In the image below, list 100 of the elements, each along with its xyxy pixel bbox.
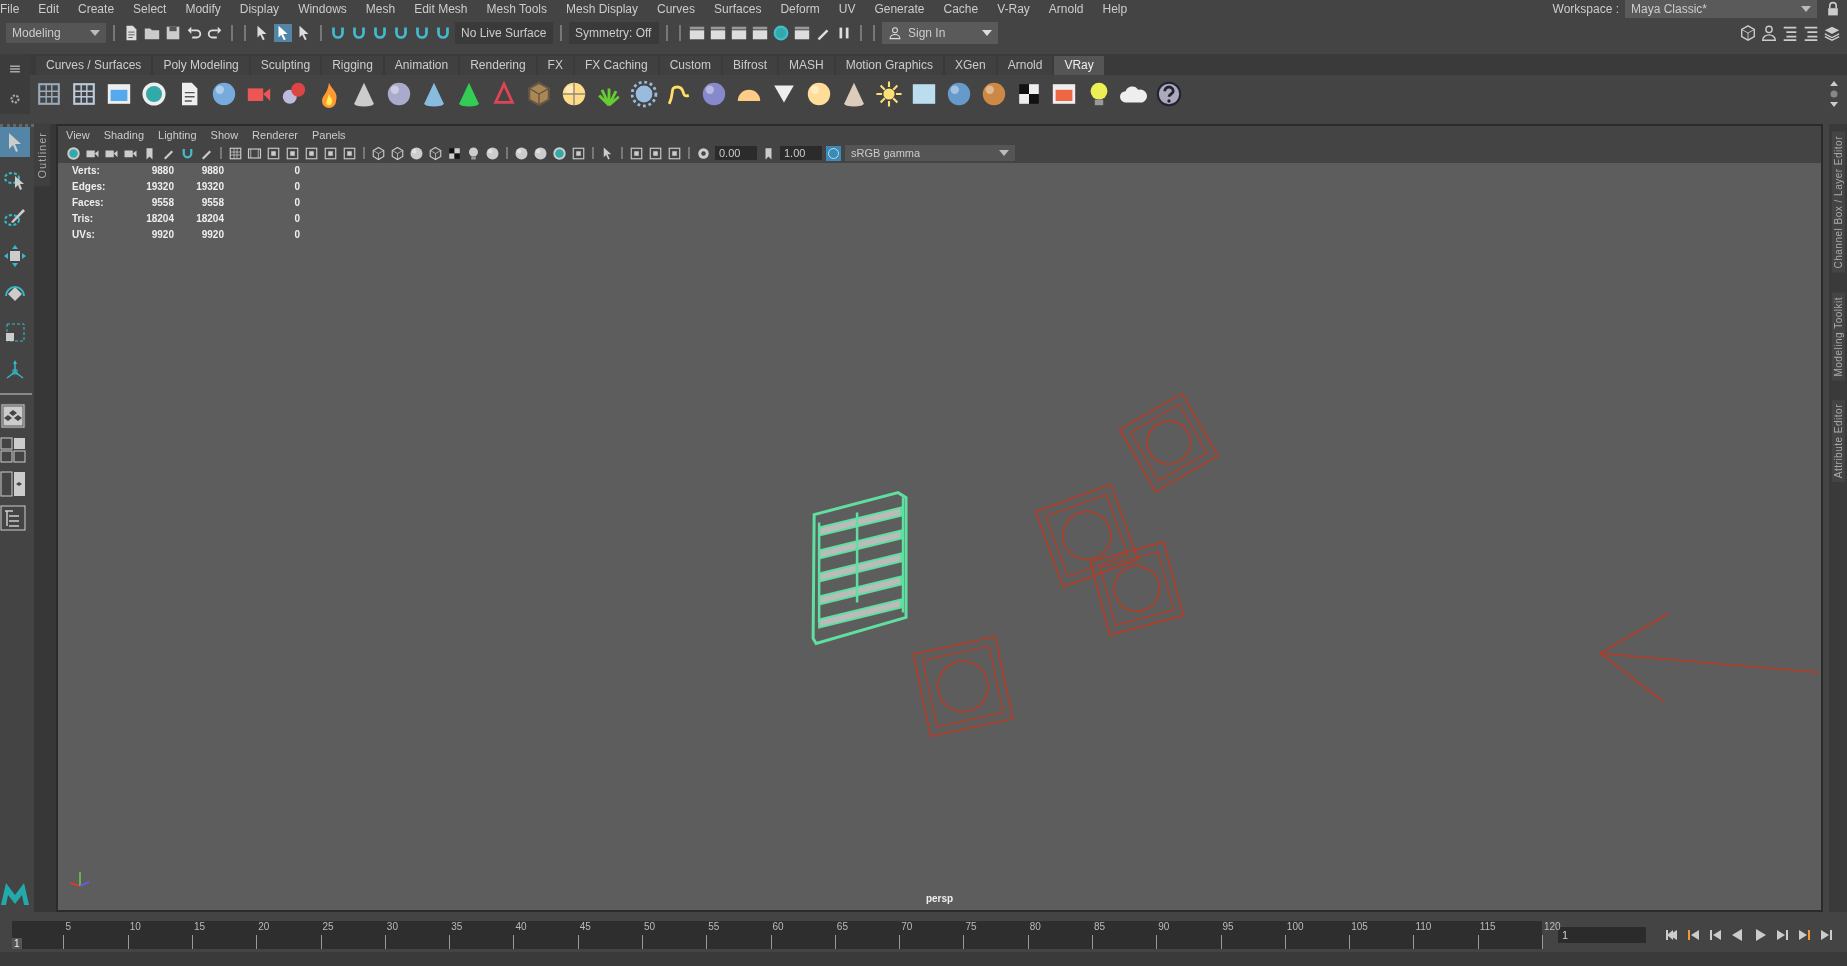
lock-icon[interactable]: [1825, 1, 1841, 17]
square-icon[interactable]: [629, 145, 644, 161]
menu-item[interactable]: Display: [239, 2, 288, 16]
menu-item[interactable]: Generate: [874, 2, 933, 16]
square-icon[interactable]: [571, 145, 586, 161]
layout-icon[interactable]: [0, 471, 26, 497]
side-tab[interactable]: Modeling Toolkit: [1831, 292, 1845, 381]
menu-item[interactable]: UV: [838, 2, 864, 16]
sign-in-button[interactable]: Sign In: [882, 22, 998, 44]
menu-item[interactable]: Deform: [780, 2, 828, 16]
square-icon[interactable]: [667, 145, 682, 161]
shelf-tab[interactable]: Custom: [659, 56, 721, 75]
caret-icon[interactable]: [999, 150, 1009, 156]
side-tab[interactable]: Attribute Editor: [1831, 400, 1845, 483]
toggle-icon[interactable]: [826, 145, 841, 161]
step-icon[interactable]: [1818, 928, 1834, 942]
crate-icon[interactable]: [525, 80, 553, 108]
color-space-dropdown[interactable]: sRGB gamma: [845, 145, 1015, 161]
sun-icon[interactable]: [875, 80, 903, 108]
globe-icon[interactable]: [560, 80, 588, 108]
workspace-dropdown[interactable]: Maya Classic*: [1625, 0, 1817, 18]
clapper-icon[interactable]: [688, 24, 706, 42]
layout-icon[interactable]: [0, 437, 26, 463]
shelf-tab[interactable]: Rendering: [460, 56, 536, 75]
menu-item[interactable]: Modify: [185, 2, 229, 16]
menu-item[interactable]: V-Ray: [997, 2, 1038, 16]
shelf-tab[interactable]: FX Caching: [574, 56, 658, 75]
square-icon[interactable]: [648, 145, 663, 161]
shelf-tab[interactable]: Arnold: [997, 56, 1053, 75]
checker-icon[interactable]: [447, 145, 462, 161]
list-icon[interactable]: [1802, 24, 1820, 42]
square-icon[interactable]: [304, 145, 319, 161]
clapper-icon[interactable]: [709, 24, 727, 42]
step-icon[interactable]: [1664, 928, 1680, 942]
menu-item[interactable]: Help: [1102, 2, 1136, 16]
clapper-icon[interactable]: [751, 24, 769, 42]
symmetry-field[interactable]: Symmetry: Off: [569, 22, 659, 44]
save-icon[interactable]: [164, 24, 182, 42]
menu-item[interactable]: Edit: [38, 2, 68, 16]
shelf-tab[interactable]: FX: [537, 56, 573, 75]
playhead-marker[interactable]: 1: [12, 938, 22, 949]
menu-item[interactable]: Arnold: [1048, 2, 1092, 16]
exposure-field[interactable]: 0.00: [715, 146, 757, 160]
square-icon[interactable]: [342, 145, 357, 161]
tiles-icon[interactable]: [70, 80, 98, 108]
shelf-tab[interactable]: XGen: [945, 56, 996, 75]
sphere-icon[interactable]: [980, 80, 1008, 108]
grid-icon[interactable]: [228, 145, 243, 161]
spiky-icon[interactable]: [630, 80, 658, 108]
mode-dropdown[interactable]: Modeling: [6, 23, 106, 43]
panel-menu-item[interactable]: View: [66, 128, 90, 141]
shelf-tab[interactable]: Motion Graphics: [835, 56, 944, 75]
cube-icon[interactable]: [1739, 24, 1757, 42]
menu-item[interactable]: Mesh: [365, 2, 404, 16]
panel-menu-item[interactable]: Shading: [103, 128, 145, 141]
step-icon[interactable]: [1686, 928, 1702, 942]
menu-item[interactable]: Mesh Display: [566, 2, 647, 16]
clapper-icon[interactable]: [793, 24, 811, 42]
menu-item[interactable]: Create: [78, 2, 123, 16]
ring-icon[interactable]: [772, 24, 790, 42]
cube-icon[interactable]: [390, 145, 405, 161]
shelf-tab[interactable]: Animation: [384, 56, 459, 75]
sphere-icon[interactable]: [210, 80, 238, 108]
menu-item[interactable]: Edit Mesh: [414, 2, 476, 16]
step-icon[interactable]: [1796, 928, 1812, 942]
square-icon[interactable]: [285, 145, 300, 161]
menu-item[interactable]: File: [0, 2, 28, 16]
bulb-icon[interactable]: [466, 145, 481, 161]
layout-icon[interactable]: [0, 403, 26, 429]
list-icon[interactable]: [1781, 24, 1799, 42]
shelf-tab[interactable]: MASH: [779, 56, 834, 75]
ring-icon[interactable]: [552, 145, 567, 161]
outliner-layout-icon[interactable]: [0, 505, 26, 531]
film-icon[interactable]: [247, 145, 262, 161]
menu-item[interactable]: Mesh Tools: [486, 2, 555, 16]
menu-item[interactable]: Windows: [298, 2, 355, 16]
sphere-icon[interactable]: [700, 80, 728, 108]
sphere-icon[interactable]: [945, 80, 973, 108]
cube-icon[interactable]: [428, 145, 443, 161]
side-tab[interactable]: Channel Box / Layer Editor: [1831, 132, 1845, 273]
outliner-tab[interactable]: Outliner: [34, 124, 50, 187]
shelf-tab[interactable]: Sculpting: [250, 56, 321, 75]
ring-icon[interactable]: [66, 145, 81, 161]
sphere-icon[interactable]: [514, 145, 529, 161]
shelf-tab[interactable]: Rigging: [322, 56, 383, 75]
square-icon[interactable]: [266, 145, 281, 161]
step-icon[interactable]: [1774, 928, 1790, 942]
shelf-tab[interactable]: Bifrost: [722, 56, 777, 75]
shelf-tab[interactable]: VRay: [1054, 56, 1104, 75]
panel-menu-item[interactable]: Panels: [311, 128, 346, 141]
sphere-icon[interactable]: [533, 145, 548, 161]
gamma-field[interactable]: 1.00: [780, 146, 822, 160]
step-icon[interactable]: [1708, 928, 1724, 942]
scroll-arrows-icon[interactable]: [1829, 79, 1839, 109]
panel-menu-item[interactable]: Lighting: [158, 128, 197, 141]
gear-icon[interactable]: [8, 92, 22, 106]
caret-icon[interactable]: [90, 30, 100, 36]
shelf-tab[interactable]: Poly Modeling: [153, 56, 249, 75]
square-icon[interactable]: [323, 145, 338, 161]
sphere-icon[interactable]: [485, 145, 500, 161]
